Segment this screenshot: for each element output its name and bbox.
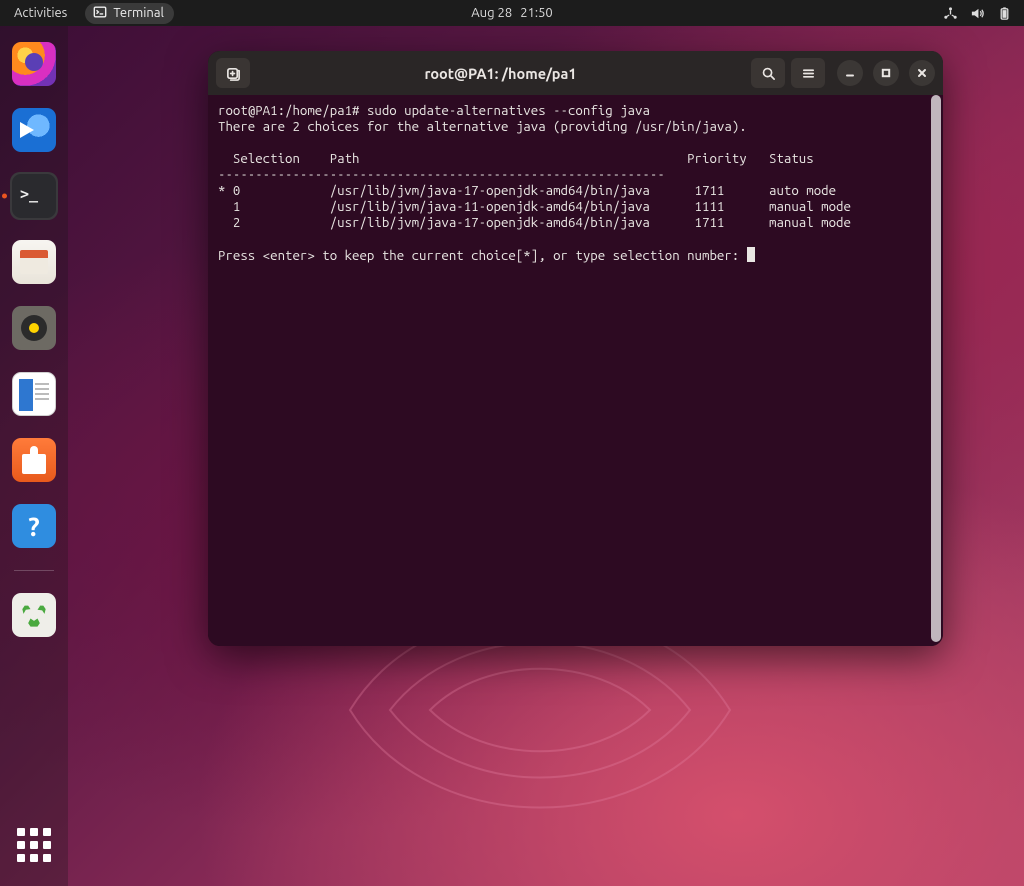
new-tab-button[interactable] bbox=[216, 58, 250, 88]
clock-time: 21:50 bbox=[520, 6, 553, 20]
trash-icon bbox=[12, 593, 56, 637]
dock-firefox[interactable] bbox=[10, 40, 58, 88]
dock-thunderbird[interactable] bbox=[10, 106, 58, 154]
help-icon: ? bbox=[12, 504, 56, 548]
grid-icon bbox=[17, 828, 51, 862]
table-divider: ----------------------------------------… bbox=[218, 167, 665, 182]
close-button[interactable] bbox=[909, 60, 935, 86]
terminal-icon: >_ bbox=[12, 174, 56, 218]
table-row: 1 /usr/lib/jvm/java-11-openjdk-amd64/bin… bbox=[218, 199, 851, 214]
titlebar[interactable]: root@PA1: /home/pa1 bbox=[208, 51, 943, 95]
scrollbar[interactable] bbox=[931, 95, 941, 642]
table-header: Selection Path Priority Status bbox=[218, 151, 814, 166]
battery-icon[interactable] bbox=[997, 6, 1012, 21]
dock: >_ ? bbox=[0, 26, 68, 886]
top-bar: Activities Terminal Aug 28 21:50 bbox=[0, 0, 1024, 26]
minimize-button[interactable] bbox=[837, 60, 863, 86]
files-icon bbox=[12, 240, 56, 284]
search-icon bbox=[761, 66, 776, 81]
search-button[interactable] bbox=[751, 58, 785, 88]
firefox-icon bbox=[12, 42, 56, 86]
writer-icon bbox=[12, 372, 56, 416]
app-menu-label: Terminal bbox=[113, 6, 164, 20]
dock-rhythmbox[interactable] bbox=[10, 304, 58, 352]
table-row: 2 /usr/lib/jvm/java-17-openjdk-amd64/bin… bbox=[218, 215, 851, 230]
volume-icon[interactable] bbox=[970, 6, 985, 21]
dock-libreoffice-writer[interactable] bbox=[10, 370, 58, 418]
output-line: There are 2 choices for the alternative … bbox=[218, 119, 747, 134]
maximize-button[interactable] bbox=[873, 60, 899, 86]
hamburger-icon bbox=[801, 66, 816, 81]
terminal-window: root@PA1: /home/pa1 root@PA1:/home/pa1# … bbox=[208, 51, 943, 646]
terminal-icon bbox=[93, 5, 107, 22]
terminal-content[interactable]: root@PA1:/home/pa1# sudo update-alternat… bbox=[208, 95, 943, 646]
hamburger-menu-button[interactable] bbox=[791, 58, 825, 88]
text-cursor bbox=[747, 247, 755, 262]
thunderbird-icon bbox=[12, 108, 56, 152]
dock-separator bbox=[14, 570, 54, 571]
dock-files[interactable] bbox=[10, 238, 58, 286]
window-title: root@PA1: /home/pa1 bbox=[256, 65, 745, 82]
dock-ubuntu-software[interactable] bbox=[10, 436, 58, 484]
command-text: sudo update-alternatives --config java bbox=[367, 103, 650, 118]
rhythmbox-icon bbox=[12, 306, 56, 350]
software-icon bbox=[12, 438, 56, 482]
activities-button[interactable]: Activities bbox=[10, 4, 71, 22]
running-indicator bbox=[2, 194, 7, 199]
table-row: * 0 /usr/lib/jvm/java-17-openjdk-amd64/b… bbox=[218, 183, 836, 198]
minimize-icon bbox=[844, 67, 856, 79]
prompt-instruction: Press <enter> to keep the current choice… bbox=[218, 248, 747, 263]
show-applications-button[interactable] bbox=[17, 828, 51, 862]
clock-date: Aug 28 bbox=[471, 6, 512, 20]
close-icon bbox=[916, 67, 928, 79]
new-tab-icon bbox=[226, 66, 241, 81]
app-menu-button[interactable]: Terminal bbox=[85, 3, 174, 24]
clock[interactable]: Aug 28 21:50 bbox=[471, 6, 553, 20]
dock-trash[interactable] bbox=[10, 591, 58, 639]
prompt: root@PA1:/home/pa1# bbox=[218, 103, 367, 118]
maximize-icon bbox=[880, 67, 892, 79]
network-icon[interactable] bbox=[943, 6, 958, 21]
dock-terminal[interactable]: >_ bbox=[10, 172, 58, 220]
dock-help[interactable]: ? bbox=[10, 502, 58, 550]
